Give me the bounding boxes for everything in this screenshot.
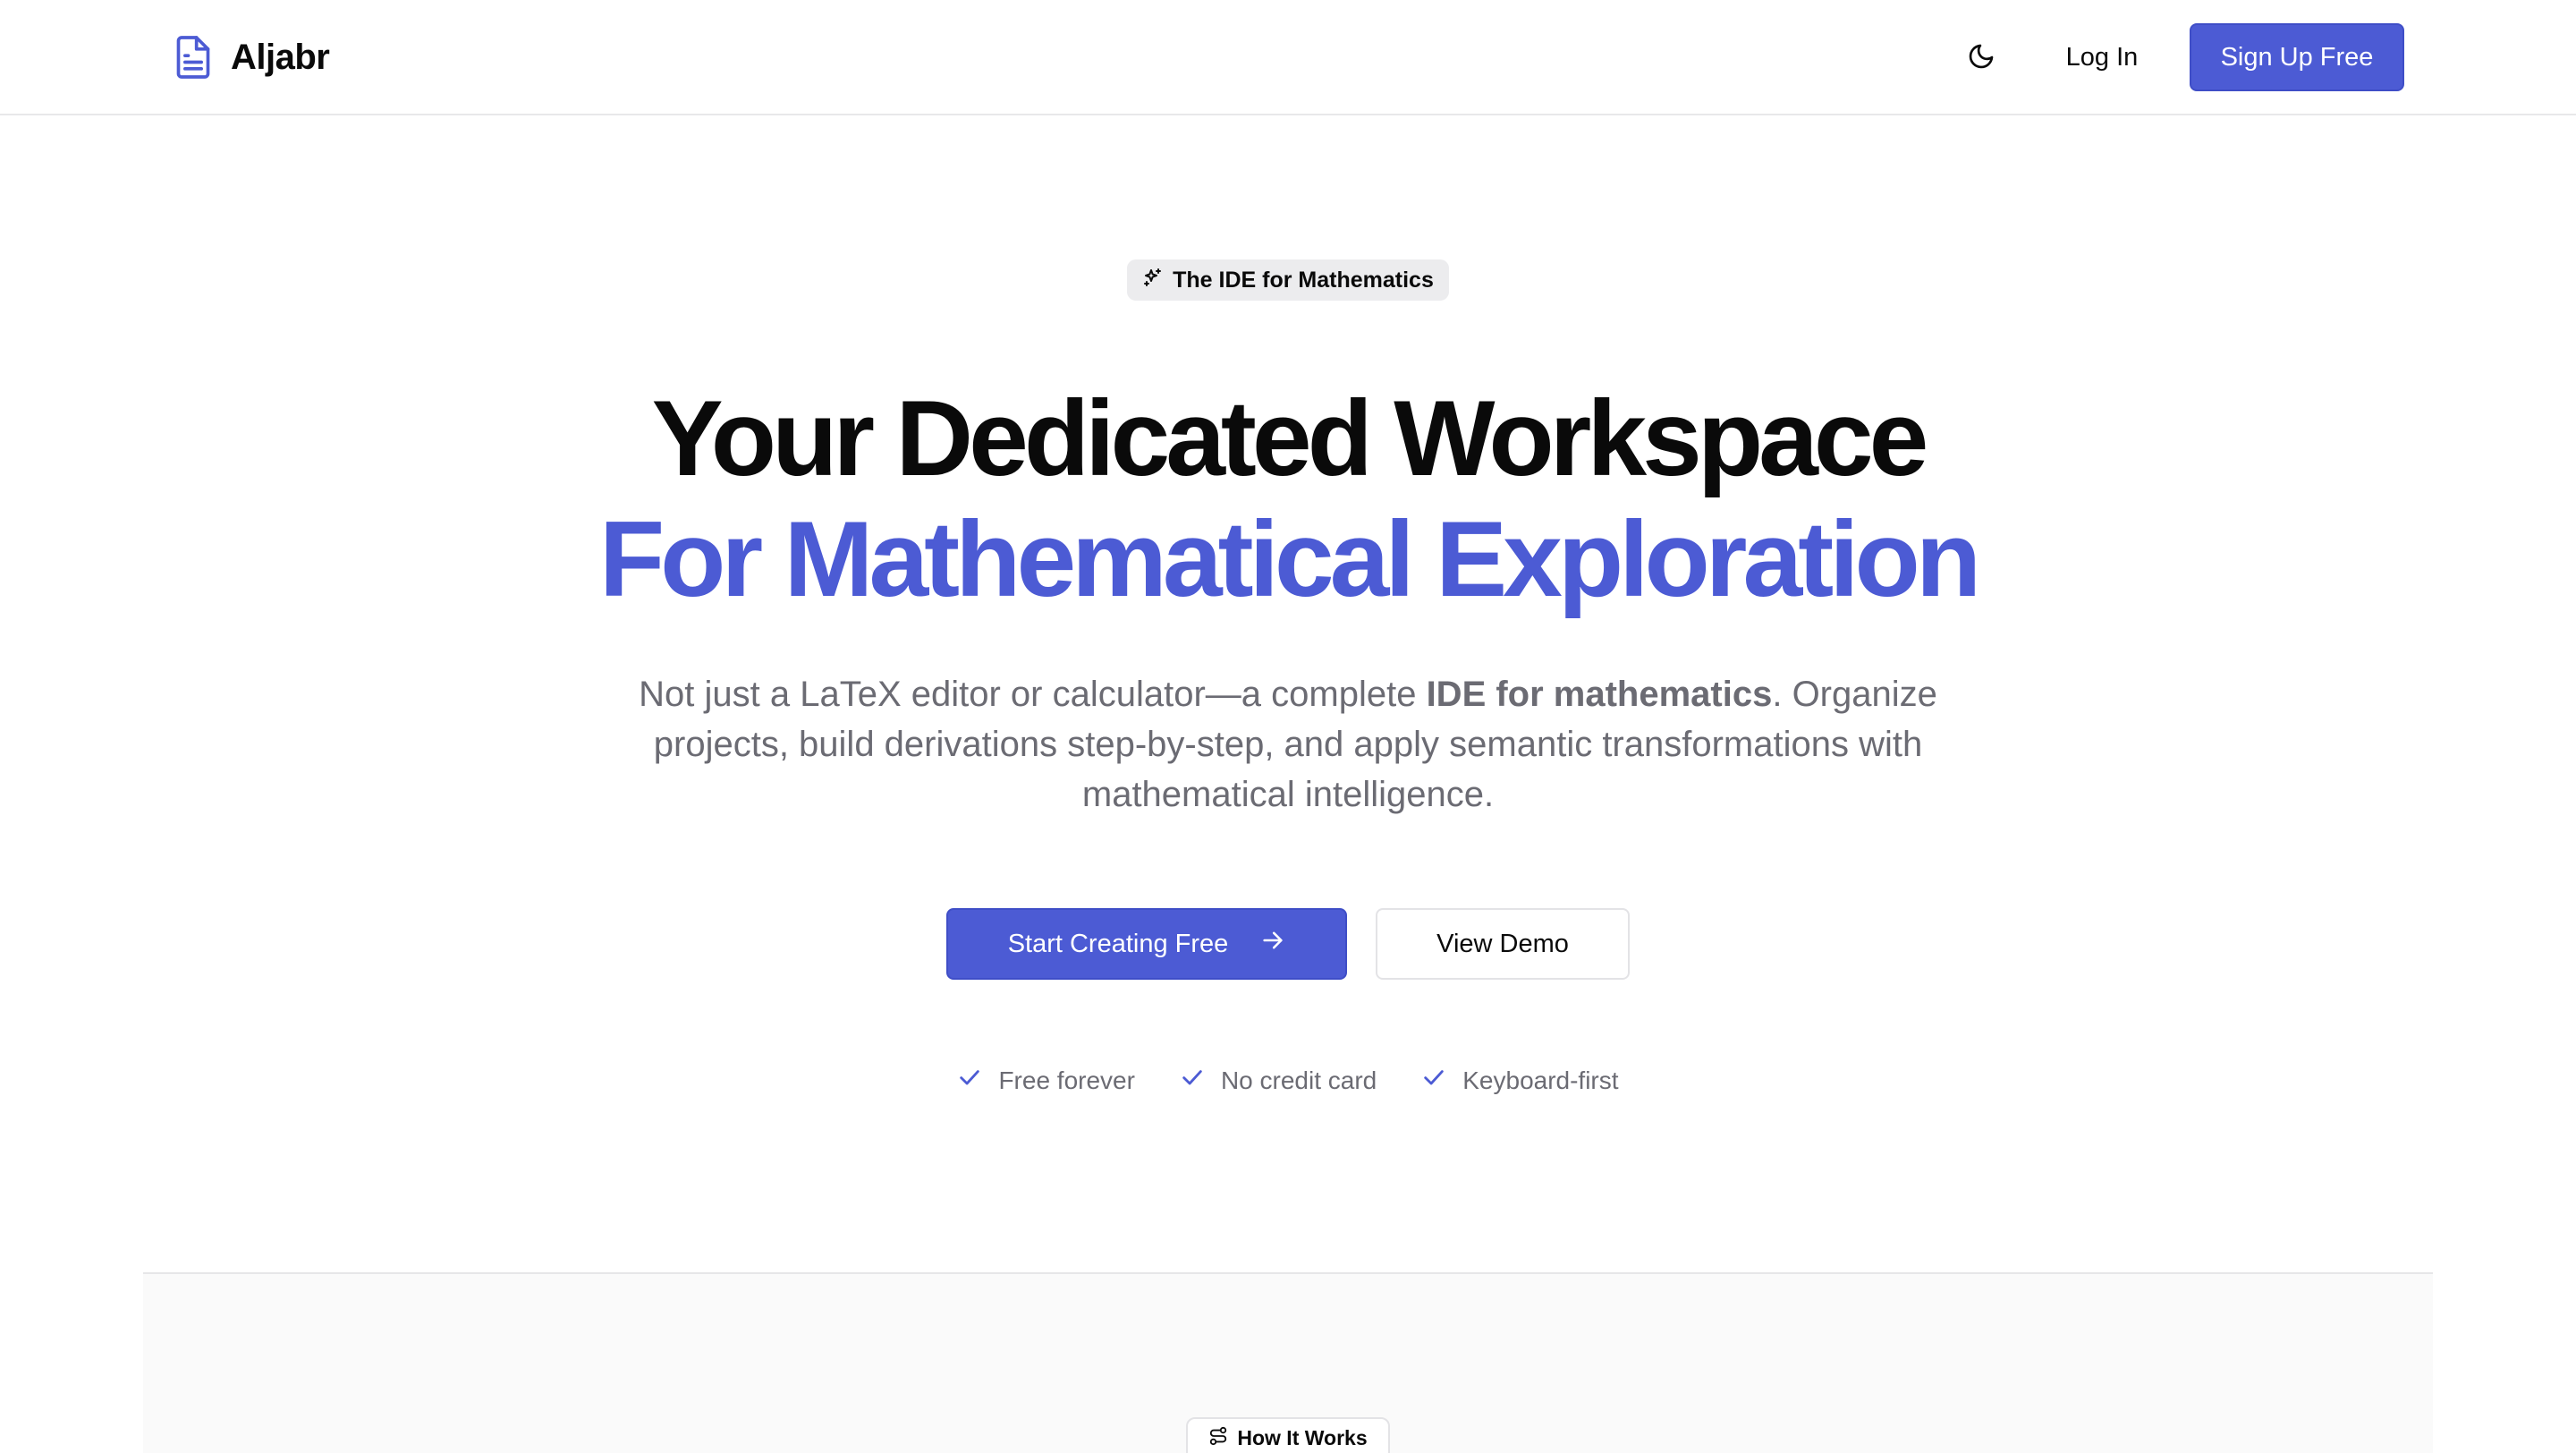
brand[interactable]: Aljabr bbox=[174, 34, 330, 81]
start-creating-button[interactable]: Start Creating Free bbox=[946, 908, 1347, 980]
view-demo-button[interactable]: View Demo bbox=[1376, 908, 1630, 980]
feature-item: No credit card bbox=[1180, 1065, 1377, 1096]
hero-subtitle-emphasis: IDE for mathematics bbox=[1426, 675, 1773, 714]
feature-list: Free forever No credit card Keyboard-fir… bbox=[0, 1065, 2576, 1096]
brand-name: Aljabr bbox=[231, 37, 330, 77]
arrow-right-icon bbox=[1260, 928, 1285, 960]
hero-subtitle-part1: Not just a LaTeX editor or calculator—a … bbox=[639, 675, 1427, 714]
start-creating-label: Start Creating Free bbox=[1007, 929, 1229, 958]
document-icon bbox=[174, 35, 213, 80]
how-it-works-label: How It Works bbox=[1237, 1426, 1368, 1449]
login-link[interactable]: Log In bbox=[2048, 30, 2156, 84]
signup-button[interactable]: Sign Up Free bbox=[2190, 23, 2404, 91]
feature-item: Free forever bbox=[957, 1065, 1135, 1096]
how-it-works-badge: How It Works bbox=[1186, 1417, 1390, 1453]
hero-badge-label: The IDE for Mathematics bbox=[1173, 267, 1434, 293]
route-icon bbox=[1208, 1426, 1228, 1451]
check-icon bbox=[1421, 1065, 1446, 1096]
feature-label: No credit card bbox=[1220, 1066, 1377, 1094]
hero-subtitle: Not just a LaTeX editor or calculator—a … bbox=[608, 669, 1968, 820]
hero-title-line2: For Mathematical Exploration bbox=[598, 499, 1981, 619]
check-icon bbox=[1180, 1065, 1205, 1096]
moon-icon bbox=[1967, 42, 1996, 75]
top-navbar: Aljabr Log In Sign Up Free bbox=[0, 0, 2576, 115]
hero-title-line1: Your Dedicated Workspace bbox=[651, 378, 1929, 498]
hero-badge: The IDE for Mathematics bbox=[1127, 259, 1449, 301]
sparkles-icon bbox=[1142, 267, 1164, 294]
check-icon bbox=[957, 1065, 982, 1096]
theme-toggle-button[interactable] bbox=[1959, 36, 2004, 81]
feature-label: Keyboard-first bbox=[1462, 1066, 1619, 1094]
feature-item: Keyboard-first bbox=[1421, 1065, 1619, 1096]
feature-label: Free forever bbox=[998, 1066, 1135, 1094]
